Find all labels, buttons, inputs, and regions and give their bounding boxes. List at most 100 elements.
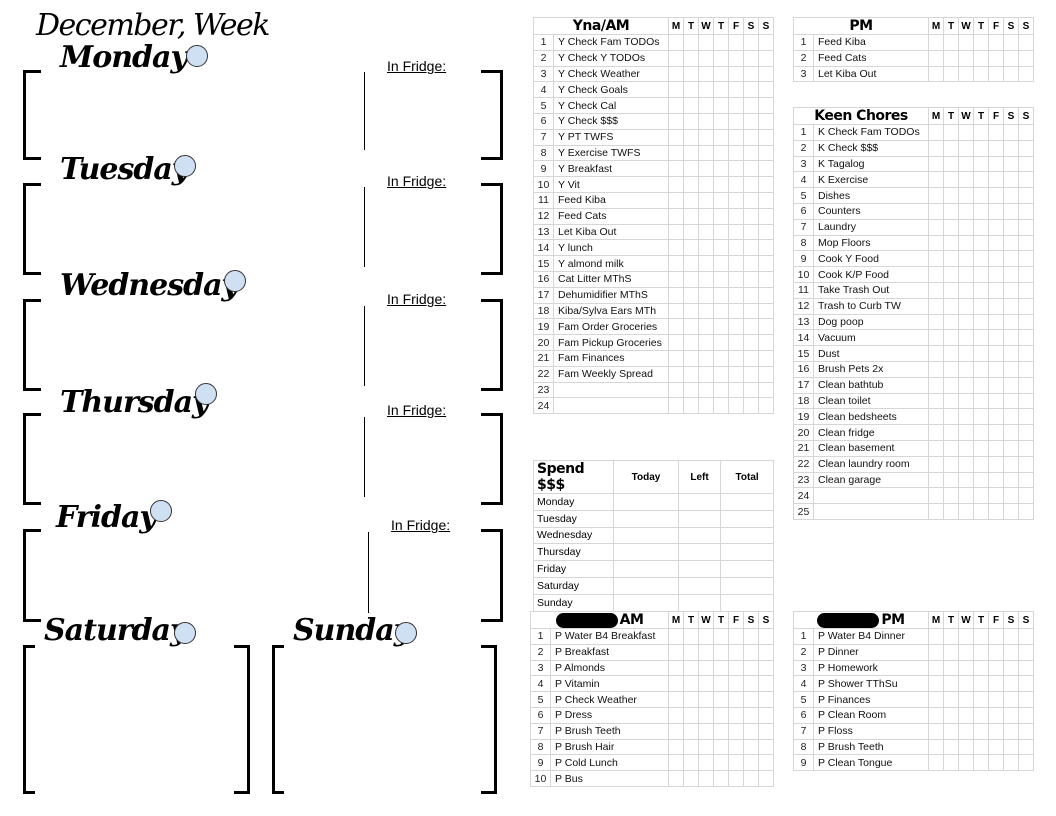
- checkbox-cell[interactable]: [698, 160, 714, 178]
- checkbox-cell[interactable]: [668, 318, 684, 336]
- checkbox-cell[interactable]: [728, 365, 744, 383]
- checkbox-cell[interactable]: [973, 281, 989, 299]
- checkbox-cell[interactable]: [698, 112, 714, 130]
- task-label[interactable]: P Dinner: [813, 643, 929, 661]
- task-label[interactable]: Clean garage: [813, 471, 929, 489]
- checkbox-cell[interactable]: [1003, 171, 1019, 189]
- checkbox-cell[interactable]: [928, 234, 944, 252]
- day-done-circle[interactable]: [174, 622, 196, 644]
- checkbox-cell[interactable]: [743, 270, 759, 288]
- checkbox-cell[interactable]: [758, 722, 774, 740]
- day-done-circle[interactable]: [186, 45, 208, 67]
- checkbox-cell[interactable]: [1003, 754, 1019, 772]
- checkbox-cell[interactable]: [973, 297, 989, 315]
- checkbox-cell[interactable]: [973, 392, 989, 410]
- checkbox-cell[interactable]: [1003, 124, 1019, 141]
- checkbox-cell[interactable]: [743, 239, 759, 257]
- checkbox-cell[interactable]: [683, 286, 699, 304]
- checkbox-cell[interactable]: [1003, 722, 1019, 740]
- checkbox-cell[interactable]: [1018, 471, 1034, 489]
- checkbox-cell[interactable]: [743, 207, 759, 225]
- checkbox-cell[interactable]: [713, 65, 729, 83]
- checkbox-cell[interactable]: [958, 218, 974, 236]
- checkbox-cell[interactable]: [973, 329, 989, 347]
- checkbox-cell[interactable]: [973, 706, 989, 724]
- checkbox-cell[interactable]: [1003, 659, 1019, 677]
- task-label[interactable]: P Breakfast: [550, 643, 669, 661]
- checkbox-cell[interactable]: [1003, 738, 1019, 756]
- task-label[interactable]: Clean bedsheets: [813, 408, 929, 426]
- checkbox-cell[interactable]: [973, 234, 989, 252]
- task-label[interactable]: Y PT TWFS: [553, 128, 669, 146]
- checkbox-cell[interactable]: [943, 171, 959, 189]
- checkbox-cell[interactable]: [698, 659, 714, 677]
- checkbox-cell[interactable]: [1018, 738, 1034, 756]
- checkbox-cell[interactable]: [988, 691, 1004, 708]
- checkbox-cell[interactable]: [743, 112, 759, 130]
- checkbox-cell[interactable]: [758, 628, 774, 645]
- checkbox-cell[interactable]: [713, 365, 729, 383]
- checkbox-cell[interactable]: [943, 187, 959, 204]
- checkbox-cell[interactable]: [743, 754, 759, 772]
- checkbox-cell[interactable]: [683, 191, 699, 209]
- task-label[interactable]: Counters: [813, 202, 929, 220]
- checkbox-cell[interactable]: [928, 155, 944, 173]
- checkbox-cell[interactable]: [943, 250, 959, 268]
- checkbox-cell[interactable]: [988, 738, 1004, 756]
- task-label[interactable]: K Exercise: [813, 171, 929, 189]
- checkbox-cell[interactable]: [668, 397, 684, 415]
- checkbox-cell[interactable]: [713, 628, 729, 645]
- checkbox-cell[interactable]: [988, 628, 1004, 645]
- checkbox-cell[interactable]: [973, 424, 989, 441]
- checkbox-cell[interactable]: [928, 266, 944, 283]
- task-label[interactable]: Cat Litter MThS: [553, 270, 669, 288]
- spend-value-cell[interactable]: [677, 543, 722, 562]
- checkbox-cell[interactable]: [973, 754, 989, 772]
- checkbox-cell[interactable]: [1018, 675, 1034, 693]
- checkbox-cell[interactable]: [958, 738, 974, 756]
- checkbox-cell[interactable]: [743, 223, 759, 241]
- checkbox-cell[interactable]: [668, 675, 684, 693]
- checkbox-cell[interactable]: [758, 34, 774, 51]
- checkbox-cell[interactable]: [943, 706, 959, 724]
- checkbox-cell[interactable]: [973, 376, 989, 394]
- task-label[interactable]: K Tagalog: [813, 155, 929, 173]
- checkbox-cell[interactable]: [698, 255, 714, 272]
- checkbox-cell[interactable]: [743, 675, 759, 693]
- task-label[interactable]: Fam Order Groceries: [553, 318, 669, 336]
- task-label[interactable]: Clean bathtub: [813, 376, 929, 394]
- checkbox-cell[interactable]: [713, 144, 729, 162]
- spend-value-cell[interactable]: [677, 593, 722, 612]
- checkbox-cell[interactable]: [758, 770, 774, 787]
- checkbox-cell[interactable]: [988, 49, 1004, 67]
- checkbox-cell[interactable]: [988, 392, 1004, 410]
- checkbox-cell[interactable]: [943, 754, 959, 772]
- checkbox-cell[interactable]: [928, 643, 944, 661]
- checkbox-cell[interactable]: [743, 286, 759, 304]
- checkbox-cell[interactable]: [928, 376, 944, 394]
- checkbox-cell[interactable]: [683, 81, 699, 99]
- checkbox-cell[interactable]: [943, 487, 959, 505]
- checkbox-cell[interactable]: [958, 234, 974, 252]
- checkbox-cell[interactable]: [668, 286, 684, 304]
- checkbox-cell[interactable]: [758, 223, 774, 241]
- checkbox-cell[interactable]: [1018, 408, 1034, 426]
- checkbox-cell[interactable]: [668, 112, 684, 130]
- checkbox-cell[interactable]: [1018, 250, 1034, 268]
- day-done-circle[interactable]: [395, 622, 417, 644]
- checkbox-cell[interactable]: [943, 139, 959, 157]
- checkbox-cell[interactable]: [698, 207, 714, 225]
- checkbox-cell[interactable]: [973, 738, 989, 756]
- checkbox-cell[interactable]: [958, 139, 974, 157]
- checkbox-cell[interactable]: [988, 234, 1004, 252]
- checkbox-cell[interactable]: [928, 139, 944, 157]
- checkbox-cell[interactable]: [928, 171, 944, 189]
- task-label[interactable]: Feed Cats: [813, 49, 929, 67]
- fridge-notes-area[interactable]: [372, 307, 476, 385]
- checkbox-cell[interactable]: [713, 675, 729, 693]
- checkbox-cell[interactable]: [668, 239, 684, 257]
- checkbox-cell[interactable]: [743, 381, 759, 399]
- checkbox-cell[interactable]: [698, 286, 714, 304]
- checkbox-cell[interactable]: [928, 487, 944, 505]
- checkbox-cell[interactable]: [958, 471, 974, 489]
